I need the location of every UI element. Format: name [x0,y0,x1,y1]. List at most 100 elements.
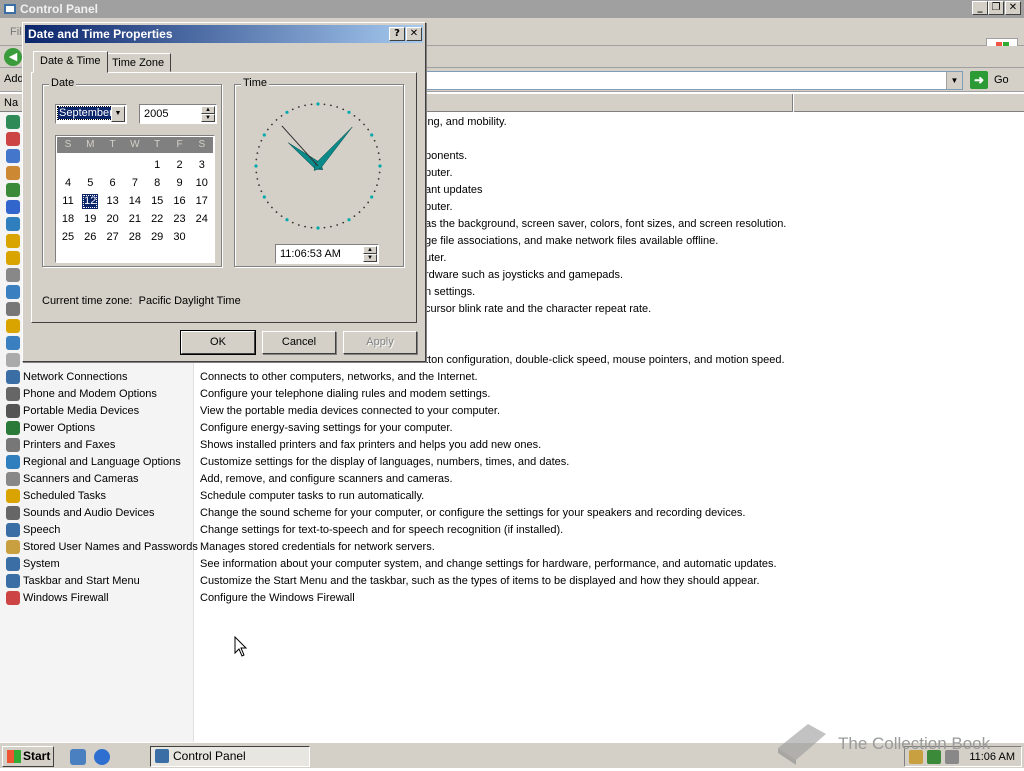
dialog-titlebar[interactable]: Date and Time Properties ? ✕ [25,25,423,43]
month-dropdown-icon[interactable]: ▼ [111,106,125,122]
column-separator[interactable] [792,94,794,112]
calendar-day[interactable]: 7 [127,176,143,191]
list-item[interactable]: Power Options Configure energy-saving set… [0,420,1024,437]
taskbar-item-control-panel[interactable]: Control Panel [150,746,310,767]
calendar[interactable]: SMTWTFS 1 2 3 4 5 6 7 8 9 10 11 12 13 14 15 16 17 18 19 20 2… [55,135,215,263]
calendar-day[interactable]: 24 [194,212,210,227]
calendar-day[interactable]: 21 [127,212,143,227]
control-panel-item-icon [6,472,20,486]
list-item-name: Taskbar and Start Menu [23,575,140,587]
tray-network-icon[interactable] [909,750,923,764]
weekday-label: S [64,139,72,150]
calendar-day[interactable]: 1 [149,158,165,173]
calendar-day[interactable]: 25 [60,230,76,245]
calendar-day[interactable]: 29 [149,230,165,245]
year-down-icon[interactable]: ▼ [201,114,215,122]
list-item[interactable]: System See information about your compute… [0,556,1024,573]
list-item[interactable]: Stored User Names and Passwords Manages s… [0,539,1024,556]
calendar-day[interactable]: 6 [105,176,121,191]
clock-tick [271,206,273,209]
tray-clock[interactable]: 11:06 AM [969,751,1015,763]
list-item[interactable]: Regional and Language Options Customize s… [0,454,1024,471]
clock-tick [304,104,307,107]
list-item[interactable]: Scheduled Tasks Schedule computer tasks t… [0,488,1024,505]
calendar-day[interactable]: 28 [127,230,143,245]
year-up-icon[interactable]: ▲ [201,106,215,114]
address-dropdown-icon[interactable]: ▼ [946,72,962,89]
calendar-day[interactable]: 19 [82,212,98,227]
list-item[interactable]: Sounds and Audio Devices Change the sound… [0,505,1024,522]
calendar-day[interactable]: 14 [127,194,143,209]
start-button[interactable]: Start [2,746,54,767]
help-button[interactable]: ? [389,27,405,41]
menu-file[interactable]: Fil [10,26,22,38]
list-item[interactable]: Taskbar and Start Menu Customize the Star… [0,573,1024,590]
list-item[interactable]: Portable Media Devices View the portable … [0,403,1024,420]
clock-tick [377,152,380,155]
tray-security-icon[interactable] [927,750,941,764]
calendar-day[interactable]: 30 [172,230,188,245]
clock-tick [358,211,361,213]
calendar-day[interactable]: 11 [60,194,76,209]
month-select[interactable]: September ▼ [55,104,127,124]
list-item-description: uter. [425,252,447,264]
calendar-day[interactable]: 9 [172,176,188,191]
list-item-name: Phone and Modem Options [23,388,157,400]
year-stepper[interactable]: 2005 ▲ ▼ [139,104,217,124]
clock-tick [373,139,376,142]
internet-explorer-icon[interactable] [94,749,110,765]
calendar-day[interactable]: 3 [194,158,210,173]
clock-tick [262,133,266,137]
control-panel-icon [155,749,169,763]
list-item[interactable]: Phone and Modem Options Configure your te… [0,386,1024,403]
task-label: Control Panel [173,749,246,763]
calendar-day[interactable]: 26 [82,230,98,245]
cancel-button[interactable]: Cancel [262,331,336,354]
clock-tick [377,177,380,180]
calendar-day[interactable]: 13 [105,194,121,209]
column-header-name[interactable]: Na [4,97,18,109]
list-item[interactable]: Printers and Faxes Shows installed printe… [0,437,1024,454]
time-up-icon[interactable]: ▲ [363,246,377,254]
ok-button[interactable]: OK [180,330,256,355]
apply-button[interactable]: Apply [343,331,417,354]
dialog-close-button[interactable]: ✕ [406,27,422,41]
calendar-day[interactable]: 18 [60,212,76,227]
go-button[interactable]: ➜ Go [970,70,1020,90]
close-button[interactable]: ✕ [1005,1,1021,15]
calendar-day[interactable]: 5 [82,176,98,191]
show-desktop-icon[interactable] [70,749,86,765]
list-item[interactable]: Scanners and Cameras Add, remove, and con… [0,471,1024,488]
restore-button[interactable]: ❐ [988,1,1004,15]
tab-date-time[interactable]: Date & Time [33,51,108,73]
current-tz-value: Pacific Daylight Time [138,295,241,307]
tray-volume-icon[interactable] [945,750,959,764]
minimize-button[interactable]: _ [972,1,988,15]
calendar-day[interactable]: 10 [194,176,210,191]
list-item[interactable]: Windows Firewall Configure the Windows Fi… [0,590,1024,607]
calendar-day[interactable]: 16 [172,194,188,209]
calendar-day[interactable]: 2 [172,158,188,173]
calendar-day[interactable]: 22 [149,212,165,227]
list-item[interactable]: Speech Change settings for text-to-speech… [0,522,1024,539]
list-item-name: Windows Firewall [23,592,109,604]
calendar-day[interactable]: 15 [149,194,165,209]
list-item[interactable]: Network Connections Connects to other com… [0,369,1024,386]
calendar-day[interactable]: 23 [172,212,188,227]
list-item-description: tton configuration, double-click speed, … [425,354,785,366]
calendar-day[interactable]: 17 [194,194,210,209]
clock-tick [342,221,345,224]
start-label: Start [23,749,51,763]
back-arrow-icon[interactable]: ◀ [4,48,22,66]
calendar-day[interactable]: 4 [60,176,76,191]
calendar-day[interactable]: 20 [105,212,121,227]
tab-time-zone[interactable]: Time Zone [105,53,172,72]
address-input[interactable]: ▼ [420,71,963,90]
calendar-day[interactable]: 8 [149,176,165,191]
time-down-icon[interactable]: ▼ [363,254,377,262]
calendar-day[interactable]: 12 [82,194,99,209]
time-stepper[interactable]: 11:06:53 AM ▲ ▼ [275,244,379,264]
control-panel-titlebar[interactable]: Control Panel _ ❐ ✕ [0,0,1024,18]
calendar-day[interactable]: 27 [105,230,121,245]
clock-tick [258,145,260,148]
